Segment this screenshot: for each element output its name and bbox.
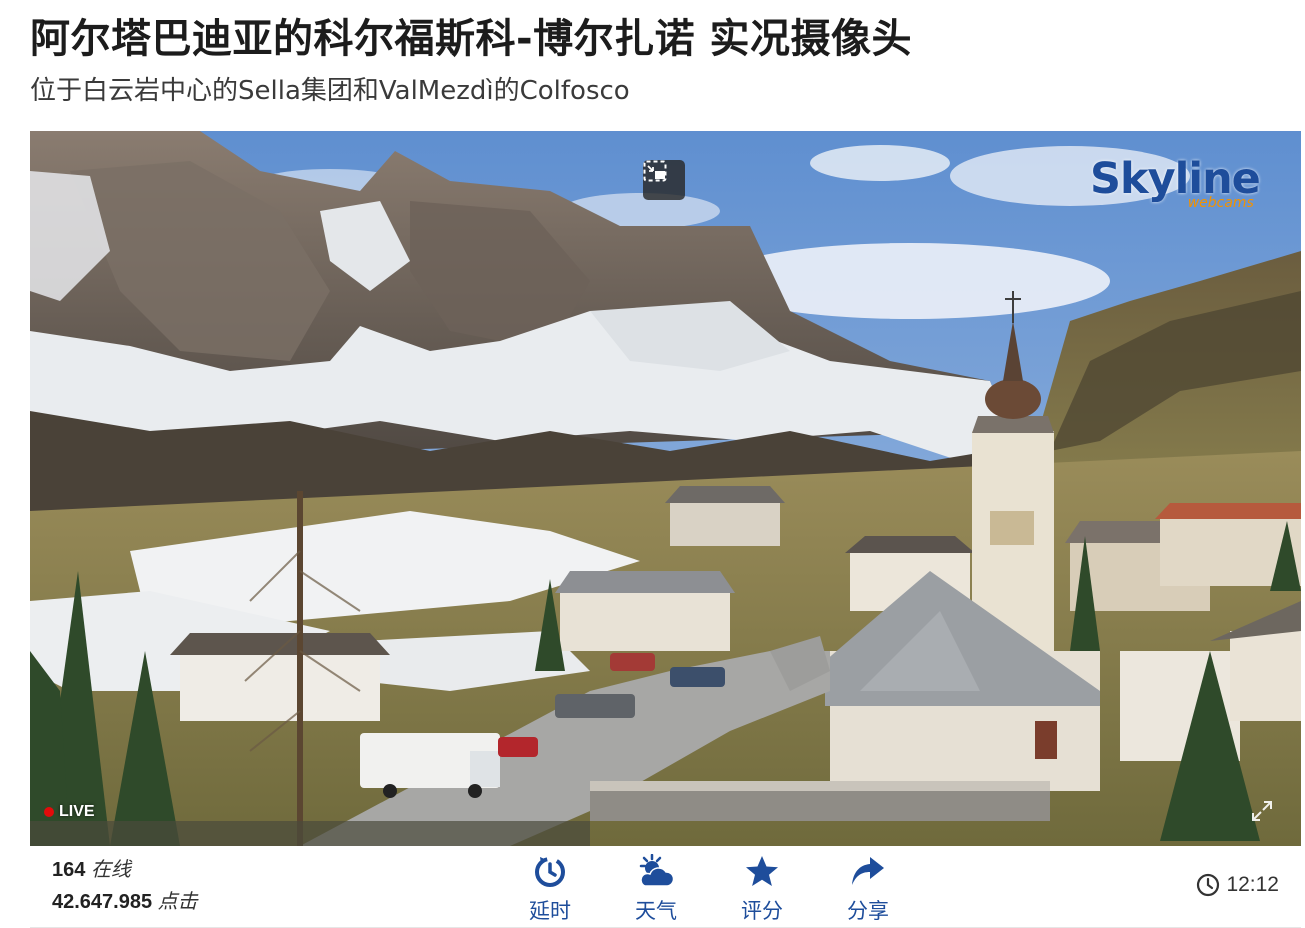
weather-icon bbox=[637, 852, 675, 890]
page-title: 阿尔塔巴迪亚的科尔福斯科-博尔扎诺 实况摄像头 bbox=[30, 16, 913, 62]
picture-in-picture-button[interactable] bbox=[643, 160, 685, 200]
rate-label: 评分 bbox=[741, 899, 783, 923]
skyline-logo: Skyline webcams bbox=[1090, 157, 1261, 211]
timelapse-icon bbox=[532, 852, 568, 890]
clicks-stat: 42.647.985 点击 bbox=[52, 886, 198, 918]
webcam-image bbox=[30, 131, 1301, 846]
share-icon bbox=[850, 852, 886, 890]
live-label: LIVE bbox=[59, 803, 95, 820]
live-dot-icon bbox=[44, 807, 54, 817]
clicks-label: 点击 bbox=[157, 891, 198, 913]
star-icon bbox=[745, 852, 779, 890]
fullscreen-button[interactable] bbox=[1250, 799, 1274, 823]
live-indicator: LIVE bbox=[44, 803, 95, 821]
timelapse-label: 延时 bbox=[529, 899, 571, 923]
action-toolbar: 延时 天气 评分 分享 bbox=[497, 852, 921, 925]
online-label: 在线 bbox=[90, 859, 131, 881]
webcam-info-bar: 164 在线 42.647.985 点击 延时 天气 评分 分享 12:12 bbox=[30, 846, 1301, 928]
clicks-count: 42.647.985 bbox=[52, 891, 153, 913]
weather-label: 天气 bbox=[635, 899, 677, 923]
viewer-stats: 164 在线 42.647.985 点击 bbox=[52, 854, 198, 918]
timelapse-button[interactable]: 延时 bbox=[497, 852, 603, 925]
share-button[interactable]: 分享 bbox=[815, 852, 921, 925]
share-label: 分享 bbox=[847, 899, 889, 923]
time-value: 12:12 bbox=[1226, 873, 1279, 896]
webcam-player[interactable]: Skyline webcams LIVE bbox=[30, 131, 1301, 846]
page-subtitle: 位于白云岩中心的Sella集团和ValMezdì的Colfosco bbox=[30, 76, 630, 106]
rate-button[interactable]: 评分 bbox=[709, 852, 815, 925]
clock-icon bbox=[1197, 873, 1220, 897]
picture-in-picture-icon bbox=[643, 160, 667, 182]
online-count: 164 bbox=[52, 859, 86, 881]
weather-button[interactable]: 天气 bbox=[603, 852, 709, 925]
online-stat: 164 在线 bbox=[52, 854, 198, 886]
local-time: 12:12 bbox=[1196, 873, 1279, 897]
fullscreen-icon bbox=[1252, 801, 1272, 821]
